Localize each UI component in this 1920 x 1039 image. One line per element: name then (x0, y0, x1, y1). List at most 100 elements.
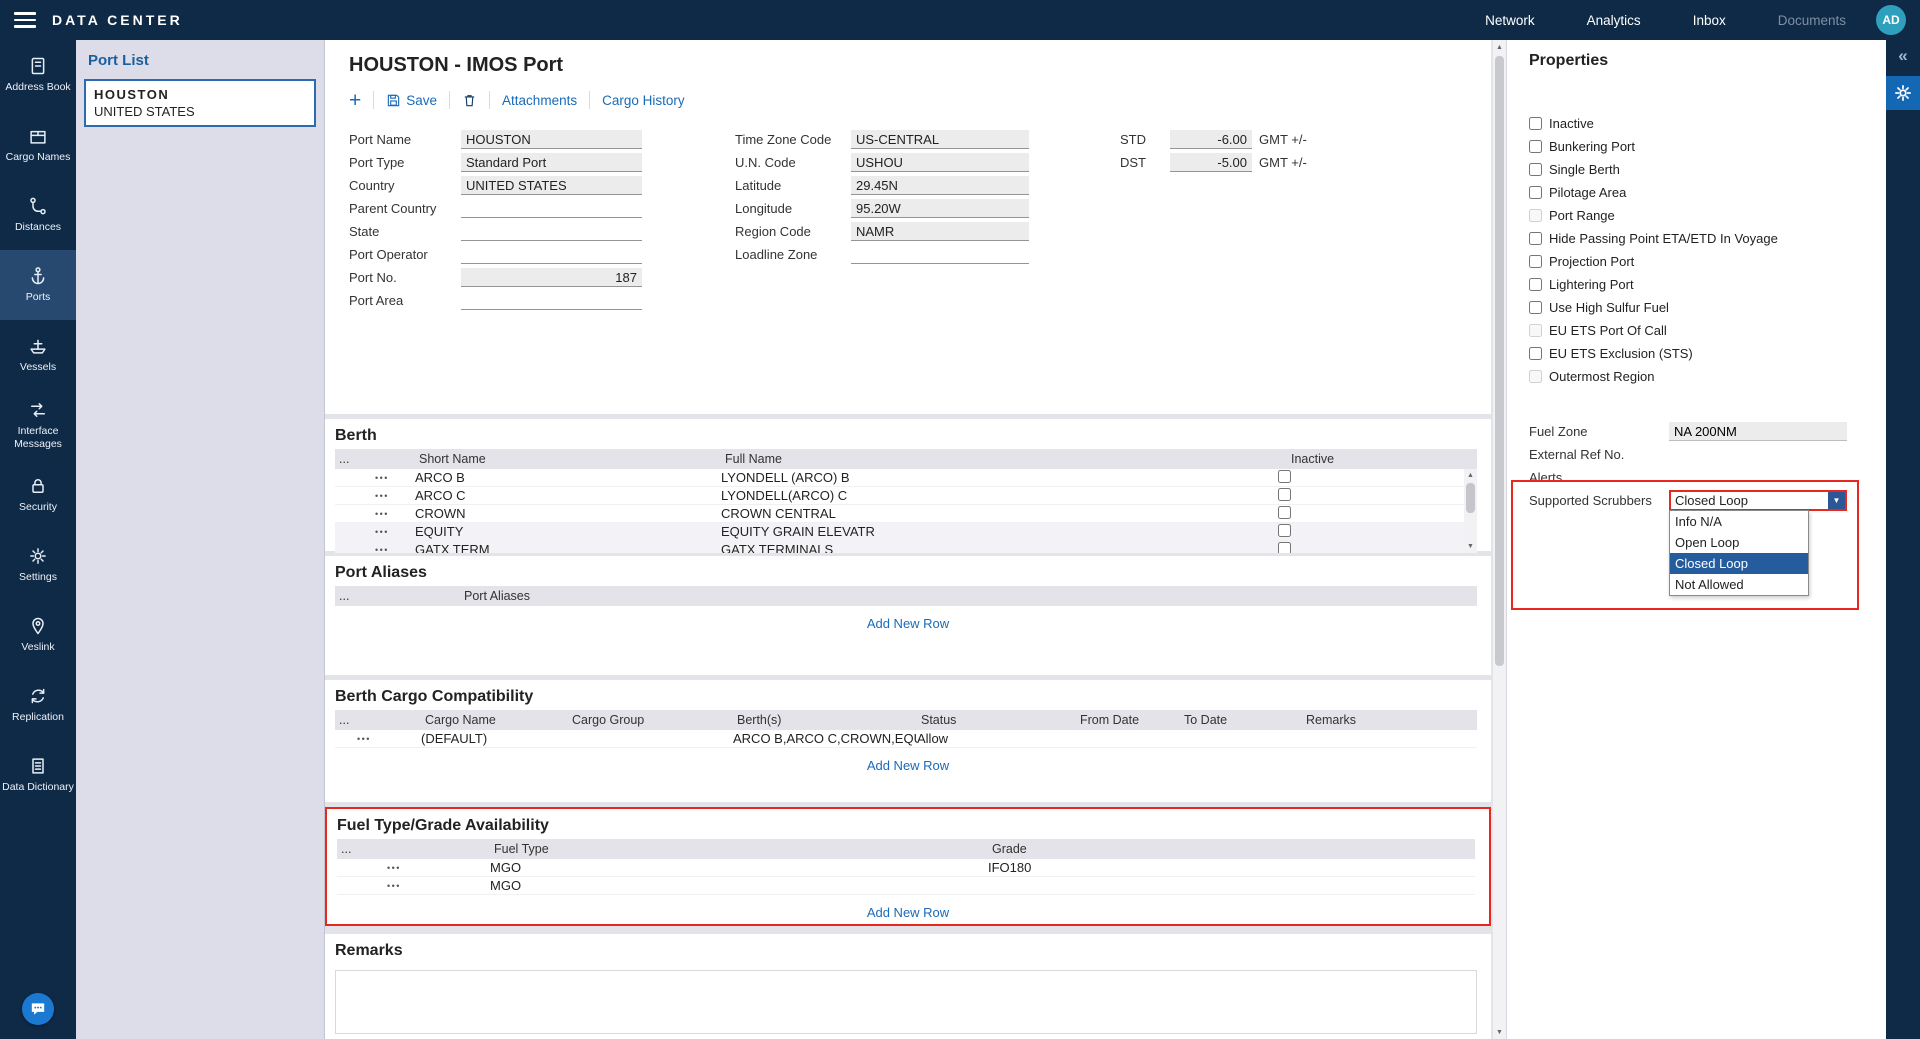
user-avatar[interactable]: AD (1876, 5, 1906, 35)
cargo-history-link[interactable]: Cargo History (602, 93, 685, 108)
settings-gear-button[interactable] (1886, 76, 1920, 110)
port-operator-field[interactable] (461, 245, 642, 264)
row-menu-icon[interactable]: ••• (335, 527, 415, 537)
inactive-checkbox[interactable] (1278, 506, 1291, 519)
checkbox-lightering-port[interactable]: Lightering Port (1529, 273, 1886, 296)
remarks-input[interactable] (335, 970, 1477, 1034)
fuel-zone-field[interactable] (1669, 422, 1847, 441)
checkbox-inactive[interactable]: Inactive (1529, 112, 1886, 135)
un-code-field[interactable] (851, 153, 1029, 172)
time-zone-code-field[interactable] (851, 130, 1029, 149)
berth-row[interactable]: ••• ARCO B LYONDELL (ARCO) B (335, 469, 1464, 487)
port-area-field[interactable] (461, 291, 642, 310)
row-menu-icon[interactable]: ••• (335, 545, 415, 554)
region-code-field[interactable] (851, 222, 1029, 241)
supported-scrubbers-label: Supported Scrubbers (1529, 493, 1669, 508)
chevron-down-icon[interactable]: ▼ (1828, 492, 1845, 509)
checkbox-use-high-sulfur-fuel[interactable]: Use High Sulfur Fuel (1529, 296, 1886, 319)
add-new-row-link[interactable]: Add New Row (325, 616, 1491, 631)
sidebar-item-vessels[interactable]: Vessels (0, 320, 76, 390)
chat-button[interactable] (22, 993, 54, 1025)
sidebar-item-veslink[interactable]: Veslink (0, 600, 76, 670)
nav-documents[interactable]: Documents (1778, 13, 1846, 28)
sidebar-item-settings[interactable]: Settings (0, 530, 76, 600)
dst-field[interactable] (1170, 153, 1252, 172)
sidebar-item-replication[interactable]: Replication (0, 670, 76, 740)
scroll-down-icon[interactable]: ▼ (1493, 1025, 1506, 1039)
scroll-up-icon[interactable]: ▲ (1493, 40, 1506, 54)
row-menu-icon[interactable]: ••• (335, 491, 415, 501)
checkbox-pilotage-area[interactable]: Pilotage Area (1529, 181, 1886, 204)
std-field[interactable] (1170, 130, 1252, 149)
toolbar: + Save Attachments Cargo History (349, 87, 1491, 113)
right-edge-strip: « (1886, 40, 1920, 1039)
delete-icon[interactable] (462, 93, 477, 108)
location-pin-icon (28, 616, 48, 636)
sidebar-item-distances[interactable]: Distances (0, 180, 76, 250)
fuel-grade-row[interactable]: ••• MGO IFO180 (337, 859, 1475, 877)
dropdown-option-not-allowed[interactable]: Not Allowed (1670, 574, 1808, 595)
port-aliases-section: Port Aliases ... Port Aliases Add New Ro… (325, 556, 1491, 675)
scroll-up-icon[interactable]: ▲ (1464, 469, 1477, 482)
dropdown-option-info-na[interactable]: Info N/A (1670, 511, 1808, 532)
loadline-zone-field[interactable] (851, 245, 1029, 264)
berth-row[interactable]: ••• GATX TERM GATX TERMINALS (335, 541, 1464, 553)
add-new-row-link[interactable]: Add New Row (327, 905, 1489, 920)
dropdown-option-open-loop[interactable]: Open Loop (1670, 532, 1808, 553)
sidebar-item-interface-messages[interactable]: Interface Messages (0, 390, 76, 460)
sidebar-item-address-book[interactable]: Address Book (0, 40, 76, 110)
sidebar-item-data-dictionary[interactable]: Data Dictionary (0, 740, 76, 810)
port-no-field[interactable] (461, 268, 642, 287)
gmt-suffix: GMT +/- (1259, 155, 1307, 170)
nav-inbox[interactable]: Inbox (1693, 13, 1726, 28)
sidebar-item-ports[interactable]: Ports (0, 250, 76, 320)
nav-network[interactable]: Network (1485, 13, 1535, 28)
country-field[interactable] (461, 176, 642, 195)
add-icon[interactable]: + (349, 90, 361, 111)
inactive-checkbox[interactable] (1278, 542, 1291, 554)
row-menu-icon[interactable]: ••• (335, 734, 421, 744)
dropdown-option-closed-loop[interactable]: Closed Loop (1670, 553, 1808, 574)
berth-row[interactable]: ••• ARCO C LYONDELL(ARCO) C (335, 487, 1464, 505)
berth-row[interactable]: ••• EQUITY EQUITY GRAIN ELEVATR (335, 523, 1464, 541)
parent-country-field[interactable] (461, 199, 642, 218)
berth-cargo-row[interactable]: ••• (DEFAULT) ARCO B,ARCO C,CROWN,EQUIT … (335, 730, 1477, 748)
row-menu-icon[interactable]: ••• (335, 473, 415, 483)
app-title: DATA CENTER (52, 12, 183, 28)
sidebar-item-cargo-names[interactable]: Cargo Names (0, 110, 76, 180)
collapse-panel-icon[interactable]: « (1898, 46, 1907, 66)
state-field[interactable] (461, 222, 642, 241)
row-menu-icon[interactable]: ••• (337, 881, 490, 891)
row-menu-icon[interactable]: ••• (335, 509, 415, 519)
latitude-field[interactable] (851, 176, 1029, 195)
checkbox-projection-port[interactable]: Projection Port (1529, 250, 1886, 273)
checkbox-hide-passing-point[interactable]: Hide Passing Point ETA/ETD In Voyage (1529, 227, 1886, 250)
page-title: HOUSTON - IMOS Port (325, 40, 1491, 77)
menu-icon[interactable] (14, 8, 36, 32)
supported-scrubbers-select[interactable]: Closed Loop ▼ (1669, 490, 1847, 511)
checkbox-single-berth[interactable]: Single Berth (1529, 158, 1886, 181)
inactive-checkbox[interactable] (1278, 488, 1291, 501)
row-menu-icon[interactable]: ••• (337, 863, 490, 873)
port-list-item-houston[interactable]: HOUSTON UNITED STATES (84, 79, 316, 127)
add-new-row-link[interactable]: Add New Row (325, 758, 1491, 773)
checkbox-bunkering-port[interactable]: Bunkering Port (1529, 135, 1886, 158)
berth-scrollbar[interactable]: ▲ ▼ (1464, 469, 1477, 553)
field-label: Latitude (735, 178, 851, 193)
checkbox-eu-ets-exclusion[interactable]: EU ETS Exclusion (STS) (1529, 342, 1886, 365)
chat-bubble-icon (29, 1000, 47, 1018)
inactive-checkbox[interactable] (1278, 470, 1291, 483)
main-scrollbar[interactable]: ▲ ▼ (1493, 40, 1506, 1039)
fuel-grade-row[interactable]: ••• MGO (337, 877, 1475, 895)
longitude-field[interactable] (851, 199, 1029, 218)
attachments-link[interactable]: Attachments (502, 93, 577, 108)
port-name-field[interactable] (461, 130, 642, 149)
berth-row[interactable]: ••• CROWN CROWN CENTRAL (335, 505, 1464, 523)
sidebar-item-security[interactable]: Security (0, 460, 76, 530)
inactive-checkbox[interactable] (1278, 524, 1291, 537)
scroll-down-icon[interactable]: ▼ (1464, 540, 1477, 553)
port-list-title: Port List (88, 52, 316, 69)
nav-analytics[interactable]: Analytics (1587, 13, 1641, 28)
port-type-field[interactable] (461, 153, 642, 172)
save-button[interactable]: Save (386, 93, 437, 108)
